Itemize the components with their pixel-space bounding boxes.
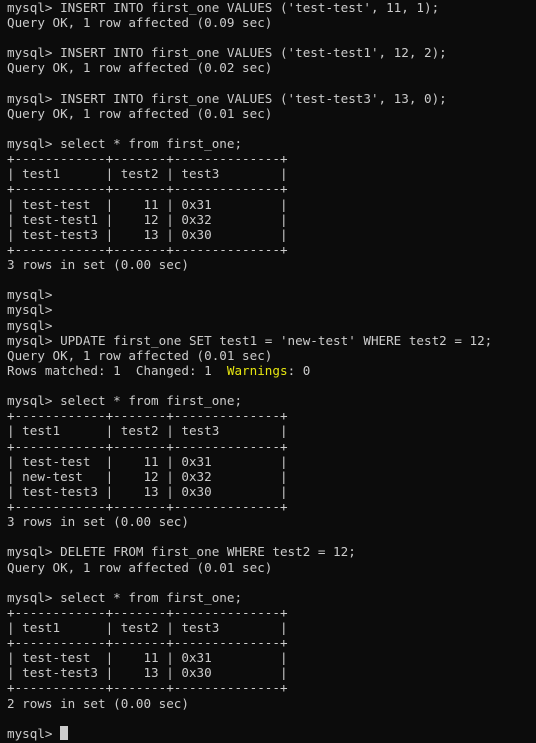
terminal-line: +------------+-------+--------------+ bbox=[7, 439, 288, 454]
terminal-line: | test1 | test2 | test3 | bbox=[7, 620, 288, 635]
terminal-line: +------------+-------+--------------+ bbox=[7, 635, 288, 650]
terminal-line: | test1 | test2 | test3 | bbox=[7, 166, 288, 181]
terminal-line: 3 rows in set (0.00 sec) bbox=[7, 257, 189, 272]
terminal-line: mysql> bbox=[7, 318, 53, 333]
terminal-line: +------------+-------+--------------+ bbox=[7, 680, 288, 695]
terminal-line: 2 rows in set (0.00 sec) bbox=[7, 696, 189, 711]
terminal-line: Query OK, 1 row affected (0.02 sec) bbox=[7, 60, 273, 75]
terminal-line: mysql> select * from first_one; bbox=[7, 590, 243, 605]
terminal-line: mysql> select * from first_one; bbox=[7, 136, 243, 151]
terminal-line: Query OK, 1 row affected (0.01 sec) bbox=[7, 106, 273, 121]
terminal-line: +------------+-------+--------------+ bbox=[7, 242, 288, 257]
terminal-line: +------------+-------+--------------+ bbox=[7, 181, 288, 196]
cursor-block[interactable] bbox=[60, 726, 69, 740]
terminal-line: | test-test | 11 | 0x31 | bbox=[7, 650, 288, 665]
terminal-line: | test1 | test2 | test3 | bbox=[7, 423, 288, 438]
terminal-line: +------------+-------+--------------+ bbox=[7, 408, 288, 423]
terminal-line: mysql> UPDATE first_one SET test1 = 'new… bbox=[7, 333, 493, 348]
terminal-window[interactable]: mysql> INSERT INTO first_one VALUES ('te… bbox=[0, 0, 536, 743]
terminal-line: 3 rows in set (0.00 sec) bbox=[7, 514, 189, 529]
terminal-line: mysql> DELETE FROM first_one WHERE test2… bbox=[7, 544, 356, 559]
terminal-line: mysql> select * from first_one; bbox=[7, 393, 243, 408]
terminal-line: Query OK, 1 row affected (0.01 sec) bbox=[7, 348, 273, 363]
terminal-line: | test-test | 11 | 0x31 | bbox=[7, 454, 288, 469]
terminal-line: +------------+-------+--------------+ bbox=[7, 499, 288, 514]
rows-matched-text: Rows matched: 1 Changed: 1 bbox=[7, 363, 227, 378]
terminal-line: | test-test3 | 13 | 0x30 | bbox=[7, 484, 288, 499]
terminal-line: mysql> INSERT INTO first_one VALUES ('te… bbox=[7, 91, 447, 106]
rows-matched-line: Rows matched: 1 Changed: 1 Warnings: 0 bbox=[7, 363, 310, 378]
terminal-line: mysql> bbox=[7, 302, 53, 317]
terminal-line: | test-test1 | 12 | 0x32 | bbox=[7, 212, 288, 227]
terminal-line: | new-test | 12 | 0x32 | bbox=[7, 469, 288, 484]
terminal-line: mysql> INSERT INTO first_one VALUES ('te… bbox=[7, 45, 447, 60]
terminal-line: | test-test | 11 | 0x31 | bbox=[7, 197, 288, 212]
prompt-line[interactable]: mysql> bbox=[7, 726, 69, 741]
warnings-count: : 0 bbox=[287, 363, 311, 378]
terminal-line: | test-test3 | 13 | 0x30 | bbox=[7, 227, 288, 242]
terminal-line: +------------+-------+--------------+ bbox=[7, 605, 288, 620]
terminal-line: +------------+-------+--------------+ bbox=[7, 151, 288, 166]
terminal-line: Query OK, 1 row affected (0.09 sec) bbox=[7, 15, 273, 30]
prompt-text: mysql> bbox=[7, 726, 61, 741]
terminal-line: | test-test3 | 13 | 0x30 | bbox=[7, 665, 288, 680]
warnings-label: Warnings bbox=[226, 363, 288, 378]
terminal-line: mysql> INSERT INTO first_one VALUES ('te… bbox=[7, 0, 440, 15]
terminal-line: Query OK, 1 row affected (0.01 sec) bbox=[7, 560, 273, 575]
terminal-line: mysql> bbox=[7, 287, 53, 302]
